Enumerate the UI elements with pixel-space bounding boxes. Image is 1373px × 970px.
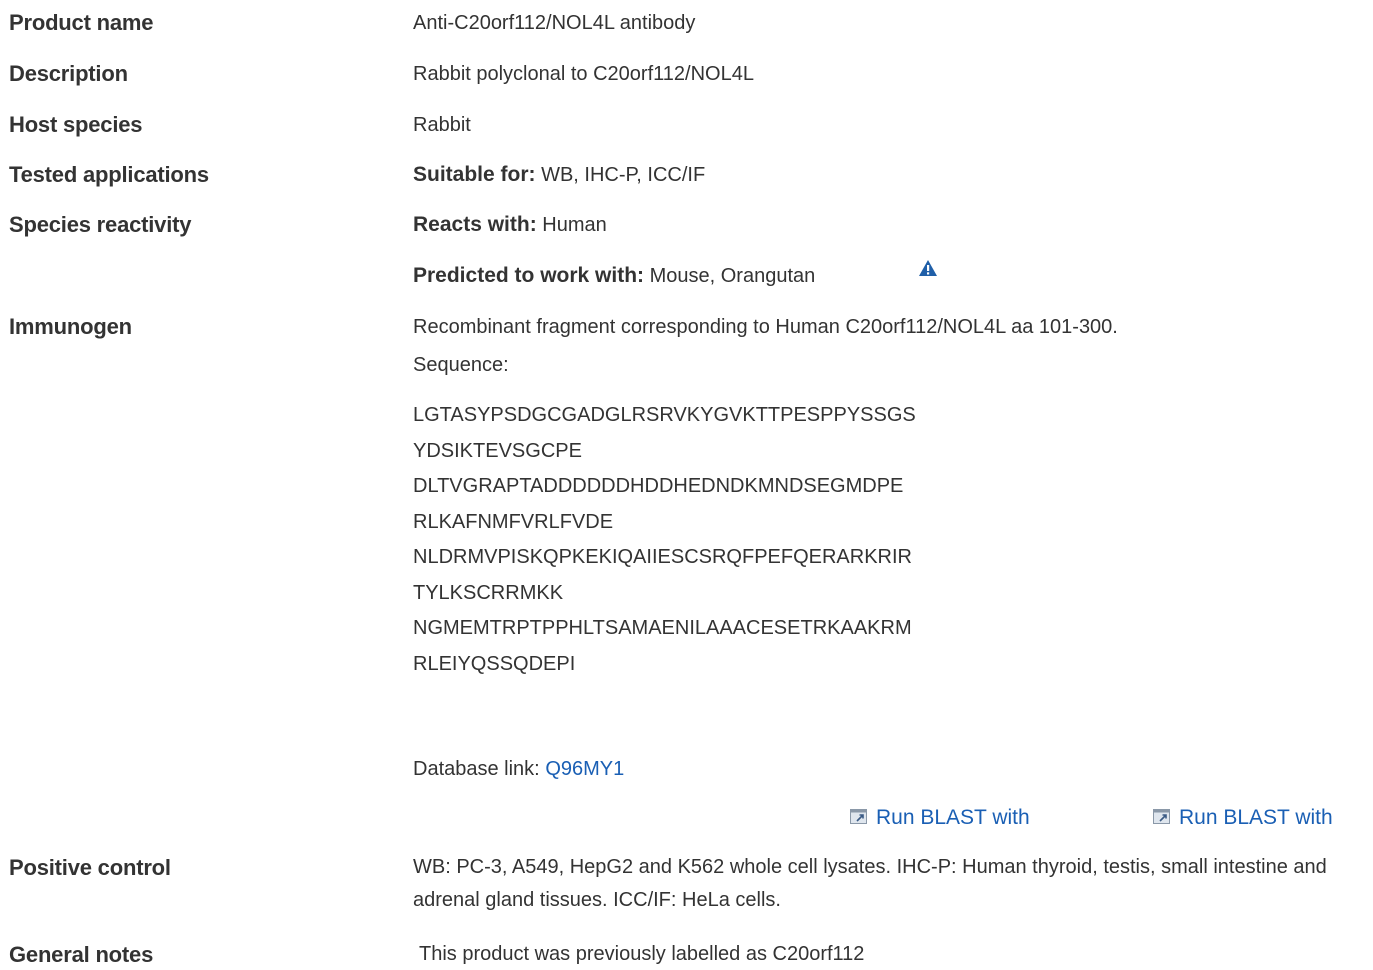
label-tested-applications: Tested applications <box>9 162 209 187</box>
value-description: Rabbit polyclonal to C20orf112/NOL4L <box>413 63 754 85</box>
label-host-species: Host species <box>9 112 143 137</box>
sequence-line: YDSIKTEVSGCPE <box>413 439 582 462</box>
sequence-line: LGTASYPSDGCGADGLRSRVKYGVKTTPESPPYSSGS <box>413 404 916 426</box>
warning-triangle-icon[interactable] <box>918 259 938 283</box>
sequence-line: TYLKSCRRMKK <box>413 581 564 604</box>
suitable-for-value: WB, IHC-P, ICC/IF <box>541 164 706 186</box>
immunogen-sequence-label: Sequence: <box>413 354 509 376</box>
database-link-prefix: Database link: <box>413 758 540 780</box>
run-blast-label: Run BLAST with <box>1179 806 1333 829</box>
label-general-notes: General notes <box>9 942 154 967</box>
label-product-name: Product name <box>9 10 154 35</box>
predicted-value: Mouse, Orangutan <box>649 265 816 287</box>
immunogen-description: Recombinant fragment corresponding to Hu… <box>413 316 1118 338</box>
value-positive-control: WB: PC-3, A549, HepG2 and K562 whole cel… <box>413 856 1327 911</box>
value-general-notes: This product was previously labelled as … <box>419 943 865 965</box>
sequence-line: NLDRMVPISKQPKEKIQAIIESCSRQFPEFQERARKRIR <box>413 546 912 568</box>
value-reacts-with: Reacts with: Human <box>413 213 607 237</box>
reacts-with-prefix: Reacts with: <box>413 213 537 236</box>
label-description: Description <box>9 61 128 86</box>
database-link-line: Database link: Q96MY1 <box>413 758 624 781</box>
label-immunogen: Immunogen <box>9 314 132 339</box>
reacts-with-value: Human <box>542 214 607 236</box>
predicted-prefix: Predicted to work with: <box>413 264 645 287</box>
sequence-line: NGMEMTRPTPPHLTSAMAENILAAACESETRKAAKRM <box>413 617 912 639</box>
external-window-icon <box>850 807 868 831</box>
run-blast-link-1[interactable]: Run BLAST with <box>850 806 1030 831</box>
sequence-line: RLEIYQSSQDEPI <box>413 652 576 675</box>
external-window-icon <box>1153 807 1171 831</box>
sequence-line: DLTVGRAPTADDDDDDHDDHEDNDKMNDSEGMDPE <box>413 475 904 497</box>
value-tested-applications: Suitable for: WB, IHC-P, ICC/IF <box>413 163 705 187</box>
value-predicted-to-work-with: Predicted to work with: Mouse, Orangutan <box>413 264 815 288</box>
label-positive-control: Positive control <box>9 855 171 880</box>
value-host-species: Rabbit <box>413 114 471 136</box>
run-blast-link-2[interactable]: Run BLAST with <box>1153 806 1333 831</box>
suitable-for-prefix: Suitable for: <box>413 163 536 186</box>
value-product-name: Anti-C20orf112/NOL4L antibody <box>413 12 696 34</box>
sequence-line: RLKAFNMFVRLFVDE <box>413 510 614 533</box>
database-link-q96my1[interactable]: Q96MY1 <box>545 758 624 780</box>
immunogen-sequence: LGTASYPSDGCGADGLRSRVKYGVKTTPESPPYSSGS YD… <box>413 398 916 682</box>
label-species-reactivity: Species reactivity <box>9 212 192 237</box>
run-blast-label: Run BLAST with <box>876 806 1030 829</box>
